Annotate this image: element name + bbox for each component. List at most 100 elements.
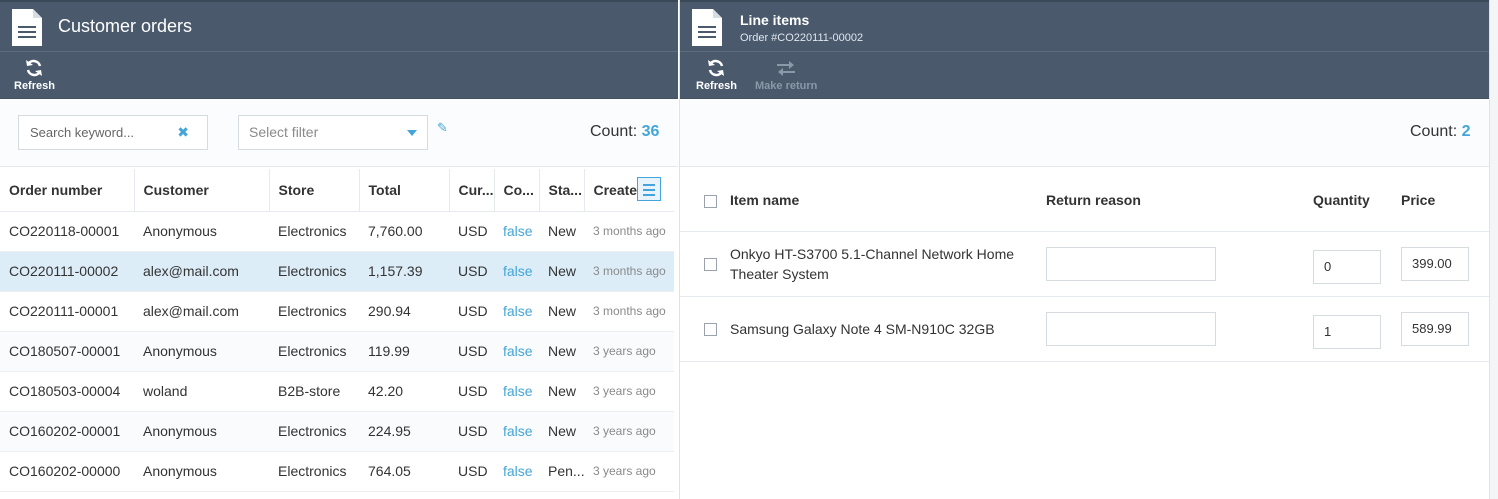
customer: Anonymous bbox=[134, 211, 269, 252]
blade-header: Customer orders bbox=[0, 0, 678, 52]
orders-table: Order number Customer Store Total Cur...… bbox=[0, 169, 674, 492]
col-header[interactable]: Quantity bbox=[1313, 169, 1401, 232]
return-reason-input[interactable] bbox=[1046, 311, 1216, 346]
table-row[interactable]: CO180503-00004 woland B2B-store 42.20 US… bbox=[0, 371, 674, 412]
created: 3 months ago bbox=[584, 211, 674, 252]
customer: alex@mail.com bbox=[134, 251, 269, 292]
col-header[interactable]: Price bbox=[1401, 169, 1489, 232]
record-count: Count: 2 bbox=[1410, 123, 1471, 141]
total: 42.20 bbox=[359, 371, 449, 412]
col-header[interactable]: Cur... bbox=[449, 169, 495, 212]
table-row[interactable]: CO220118-00001 Anonymous Electronics 7,7… bbox=[0, 211, 674, 252]
confirmed: false bbox=[494, 211, 539, 252]
refresh-icon bbox=[14, 58, 55, 80]
table-row[interactable]: CO160202-00000 Anonymous Electronics 764… bbox=[0, 451, 674, 492]
currency: USD bbox=[449, 451, 494, 492]
created: 3 years ago bbox=[584, 371, 674, 412]
status: New bbox=[539, 371, 584, 412]
customer: woland bbox=[134, 371, 269, 412]
refresh-button[interactable]: Refresh bbox=[696, 58, 737, 92]
count-value: 36 bbox=[641, 123, 660, 140]
col-header[interactable]: Order number bbox=[0, 169, 135, 212]
price-value: 399.00 bbox=[1401, 246, 1469, 281]
total: 7,760.00 bbox=[359, 211, 449, 252]
blade-subtitle: Order #CO220111-00002 bbox=[740, 32, 864, 44]
blade-toolbar: Refresh Make return bbox=[680, 52, 1489, 99]
quantity-input[interactable] bbox=[1313, 249, 1381, 284]
col-header[interactable]: Return reason bbox=[1046, 169, 1313, 232]
confirmed: false bbox=[494, 251, 539, 292]
item-name: Samsung Galaxy Note 4 SM-N910C 32GB bbox=[730, 296, 1046, 362]
col-header[interactable]: Store bbox=[269, 169, 360, 212]
order-number: CO180503-00004 bbox=[0, 371, 134, 412]
created: 3 years ago bbox=[584, 331, 674, 372]
table-row[interactable]: CO180507-00001 Anonymous Electronics 119… bbox=[0, 331, 674, 372]
store: Electronics bbox=[269, 331, 359, 372]
select-all-checkbox[interactable] bbox=[704, 194, 717, 208]
col-header[interactable]: Sta... bbox=[539, 169, 585, 212]
search-box: ✖ bbox=[18, 115, 208, 150]
col-header[interactable]: Customer bbox=[134, 169, 270, 212]
quantity-input[interactable] bbox=[1313, 314, 1381, 349]
blade-title: Customer orders bbox=[58, 16, 193, 36]
currency: USD bbox=[449, 251, 494, 292]
blade-header: Line items Order #CO220111-00002 bbox=[680, 0, 1489, 52]
count-label: Count: bbox=[590, 123, 638, 140]
table-row[interactable]: CO220111-00002 alex@mail.com Electronics… bbox=[0, 251, 674, 292]
blade-title: Line items bbox=[740, 12, 810, 28]
order-number: CO160202-00001 bbox=[0, 411, 134, 452]
currency: USD bbox=[449, 411, 494, 452]
total: 119.99 bbox=[359, 331, 449, 372]
filter-placeholder: Select filter bbox=[249, 124, 319, 140]
filter-select[interactable]: Select filter bbox=[238, 115, 428, 150]
swap-icon bbox=[755, 58, 817, 80]
col-header[interactable]: Total bbox=[359, 169, 450, 212]
status: New bbox=[539, 331, 584, 372]
count-bar: Count: 2 bbox=[680, 99, 1489, 167]
row-checkbox[interactable] bbox=[704, 323, 717, 337]
row-checkbox[interactable] bbox=[704, 258, 717, 272]
refresh-button[interactable]: Refresh bbox=[14, 58, 55, 92]
col-header[interactable]: Item name bbox=[730, 169, 1046, 232]
order-number: CO220111-00001 bbox=[0, 291, 134, 332]
record-count: Count: 36 bbox=[590, 123, 659, 141]
column-menu-icon[interactable] bbox=[637, 177, 661, 201]
store: Electronics bbox=[269, 411, 359, 452]
items-header-row: Item name Return reason Quantity Price bbox=[680, 169, 1489, 232]
status: New bbox=[539, 251, 584, 292]
order-number: CO160202-00000 bbox=[0, 451, 134, 492]
orders-header-row: Order number Customer Store Total Cur...… bbox=[0, 169, 674, 212]
store: Electronics bbox=[269, 451, 359, 492]
order-number: CO220111-00002 bbox=[0, 251, 134, 292]
confirmed: false bbox=[494, 331, 539, 372]
created: 3 years ago bbox=[584, 451, 674, 492]
blade-toolbar: Refresh bbox=[0, 52, 678, 99]
table-row[interactable]: CO160202-00001 Anonymous Electronics 224… bbox=[0, 411, 674, 452]
confirmed: false bbox=[494, 451, 539, 492]
status: New bbox=[539, 211, 584, 252]
scroll-gutter bbox=[1489, 0, 1498, 499]
clear-icon[interactable]: ✖ bbox=[177, 124, 189, 141]
return-reason-input[interactable] bbox=[1046, 246, 1216, 281]
pencil-icon[interactable]: ✎ bbox=[437, 120, 448, 136]
created: 3 months ago bbox=[584, 291, 674, 332]
document-icon bbox=[12, 9, 42, 46]
status: New bbox=[539, 411, 584, 452]
table-row[interactable]: Samsung Galaxy Note 4 SM-N910C 32GB 589.… bbox=[680, 296, 1489, 362]
confirmed: false bbox=[494, 411, 539, 452]
store: Electronics bbox=[269, 291, 359, 332]
created: 3 years ago bbox=[584, 411, 674, 452]
count-label: Count: bbox=[1410, 123, 1458, 140]
price-value: 589.99 bbox=[1401, 311, 1469, 346]
search-input[interactable] bbox=[19, 116, 169, 149]
orders-grid: Order number Customer Store Total Cur...… bbox=[0, 169, 678, 492]
line-items-blade: Line items Order #CO220111-00002 Refresh… bbox=[679, 0, 1489, 499]
customer-orders-blade: Customer orders Refresh ✖ Select filter … bbox=[0, 0, 678, 499]
currency: USD bbox=[449, 291, 494, 332]
order-number: CO220118-00001 bbox=[0, 211, 134, 252]
make-return-button[interactable]: Make return bbox=[755, 58, 817, 92]
table-row[interactable]: Onkyo HT-S3700 5.1-Channel Network Home … bbox=[680, 231, 1489, 297]
line-items-table: Item name Return reason Quantity Price O… bbox=[680, 169, 1489, 362]
col-header[interactable]: Co... bbox=[494, 169, 540, 212]
table-row[interactable]: CO220111-00001 alex@mail.com Electronics… bbox=[0, 291, 674, 332]
